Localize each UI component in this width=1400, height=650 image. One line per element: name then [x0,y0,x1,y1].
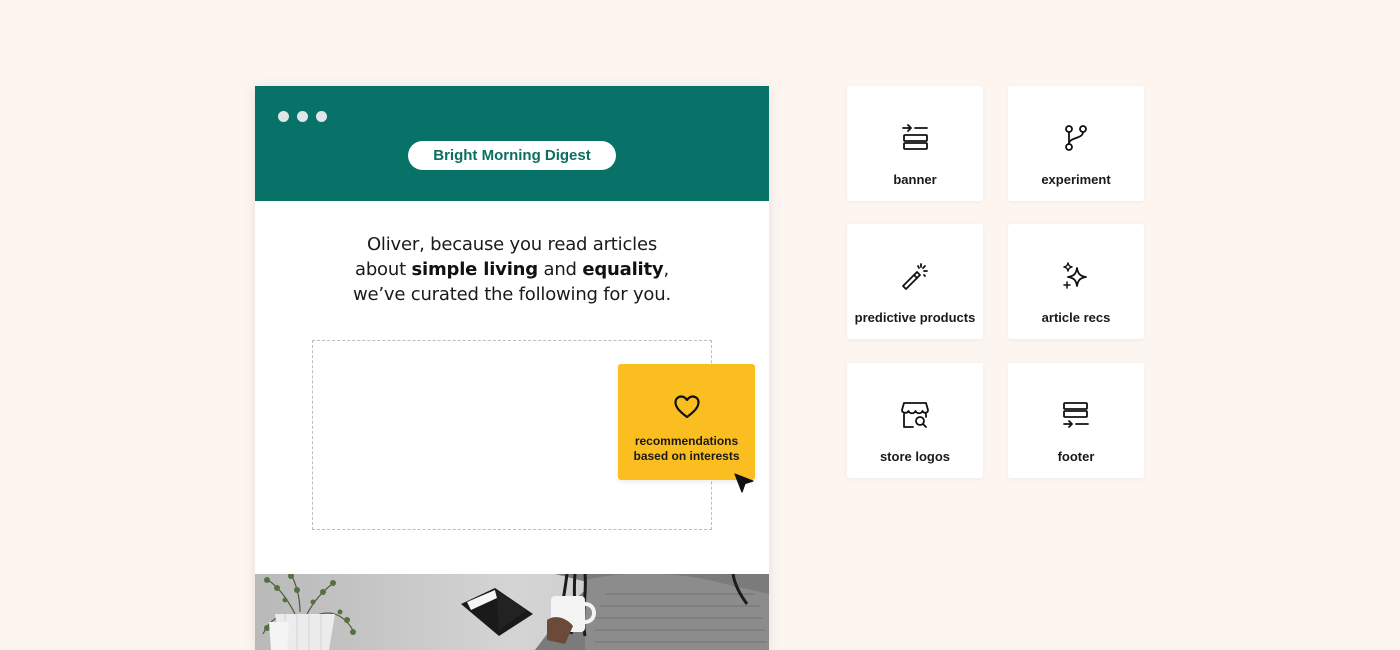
greeting-line-2: about simple living and equality, [295,257,729,282]
tile-label: predictive products [854,310,976,325]
recommendations-block[interactable]: recommendations based on interests [618,364,755,480]
brand-pill[interactable]: Bright Morning Digest [408,141,616,170]
greeting-about: about [355,259,406,280]
block-tile-store-logos[interactable]: store logos [847,363,983,478]
window-dot [316,111,327,122]
block-tile-experiment[interactable]: experiment [1008,86,1144,201]
magic-wand-icon [899,260,931,292]
greeting-text: Oliver, because you read articles about … [295,232,729,307]
block-tile-article-recs[interactable]: article recs [1008,224,1144,339]
tile-label: experiment [1041,172,1111,187]
footer-icon [1060,399,1092,431]
block-label: recommendations based on interests [618,434,755,464]
block-tile-predictive-products[interactable]: predictive products [847,224,983,339]
tile-label: footer [1057,449,1095,464]
store-search-icon [899,399,931,431]
interest-2: equality [582,259,664,280]
tile-label: store logos [879,449,951,464]
greeting-comma: , [663,259,669,280]
hero-photo [255,574,769,650]
tile-label: article recs [1041,310,1111,325]
email-header: Bright Morning Digest [255,86,769,201]
hero-image [255,574,769,650]
cursor-arrow-icon [733,472,755,499]
block-tile-footer[interactable]: footer [1008,363,1144,478]
block-label-line-2: based on interests [633,449,740,463]
greeting-line-3: we’ve curated the following for you. [353,284,671,305]
greeting-and: and [543,259,577,280]
heart-icon [673,394,701,425]
block-label-line-1: recommendations [634,434,739,448]
interest-1: simple living [411,259,538,280]
block-tile-banner[interactable]: banner [847,86,983,201]
window-dot [278,111,289,122]
greeting-line-1: Oliver, because you read articles [366,234,658,255]
branch-icon [1060,122,1092,154]
sparkles-icon [1060,260,1092,292]
banner-icon [899,122,931,154]
window-dot [297,111,308,122]
tile-label: banner [893,172,937,187]
